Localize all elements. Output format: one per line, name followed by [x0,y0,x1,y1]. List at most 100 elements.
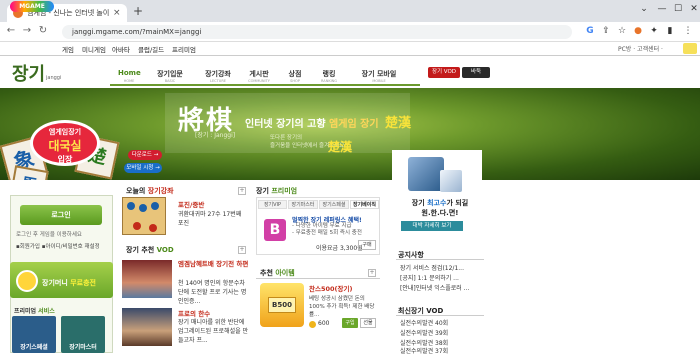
share-icon[interactable]: ⇪ [600,25,612,37]
card-special-label: 장기스페셜 [20,344,48,351]
mgame-logo[interactable]: MGAME [10,1,54,12]
vod-list-item[interactable]: 실전수의발견 37회 [400,346,448,355]
notification-badge[interactable] [683,43,697,54]
notice-item[interactable]: [안내]인터넷 익스플로러 ... [400,283,469,292]
coin-icon [309,321,316,328]
notice-item[interactable]: [공지] 1:1 문의하기 ... [400,273,459,282]
minimize-icon[interactable]: — [655,2,669,16]
extension-icon[interactable]: ● [632,25,644,37]
tab-master[interactable]: 장기마스터 [288,200,318,209]
today-lecture-title: 오늘의 장기강좌 [126,186,174,196]
baduk-button[interactable]: 바둑 [462,67,490,78]
janggi-logo[interactable]: 장기 [12,60,45,86]
puzzle-icon[interactable]: ✦ [648,25,660,37]
url-input[interactable]: janggi.mgame.com/?mainMX=janggi [62,25,572,39]
gnb-item-premium[interactable]: 프리미엄 [172,44,196,54]
prem-highlight: 서비스 [38,308,55,315]
menu-ranking[interactable]: 랭킹 [318,69,340,79]
vod-thumbnail-2[interactable] [122,308,172,346]
vod2-title[interactable]: 프로의 한수 [178,308,210,318]
tab-close-icon[interactable]: × [113,8,121,18]
vod1-title[interactable]: 엠겜남혜트배 장기전 하편 [178,260,250,269]
janggi-logo-sub: janggi [46,75,62,81]
bookmark-star-icon[interactable]: ☆ [616,25,628,37]
menu-board[interactable]: 게시판 [244,69,274,79]
maximize-icon[interactable]: ☐ [671,2,685,16]
item-buy-button[interactable]: 구매 [358,240,376,250]
chance500-label: B500 [268,297,296,313]
download-button[interactable]: 다운로드 → [128,150,162,160]
gnb-right-links[interactable]: PC방 · 고객센터 · [618,44,663,53]
today-highlight: 장기강좌 [147,187,174,195]
tab-vip[interactable]: 장기VIP [258,200,287,209]
notice-item[interactable]: 장기 서비스 점검(12/1... [400,263,464,272]
vod2-body[interactable]: 장기 매니아를 위한 반단에 업그레이드된 프로해설을 만들고자 프... [178,318,250,345]
premium-card-master[interactable]: 장기마스터 [61,316,105,353]
board-piece [139,204,147,212]
premium-title: 장기 프리미엄 [256,186,297,196]
master-ad-text: 장기 최고수가 되길 원.한.다.면! [398,198,482,218]
ad-line1: 장기 최고수가 되길 [398,198,482,208]
coin-icon [16,270,38,292]
hero-title-highlight: 엠게임 장기 [329,119,379,130]
vod-thumbnail-1[interactable] [122,260,172,298]
login-button[interactable]: 로그인 [20,205,102,225]
menu-home-sub: HOME [123,79,135,83]
mobile-watch-button[interactable]: 모바일 시청 → [124,163,162,173]
gnb-item-club[interactable]: 클럽/길드 [138,44,164,54]
rec-divider [256,278,380,279]
forward-icon[interactable]: → [20,25,34,36]
vod-list-item[interactable]: 실전수의발견 40회 [400,318,448,327]
rec-gift-button[interactable]: 선물 [360,318,376,328]
ad-pre: 장기 [411,199,428,207]
today-more-button[interactable]: + [238,187,246,195]
menu-home[interactable]: Home [118,69,141,77]
premium-card-special[interactable]: 장기스페셜 [12,316,56,353]
tab-special[interactable]: 장기스페셜 [319,200,349,209]
item-title-pre: 장기 [256,187,272,195]
reload-icon[interactable]: ↻ [36,25,50,36]
lecture-post-body[interactable]: 귀환대귀마 27수 17번째 포진 [178,210,248,228]
ad-line2: 원.한.다.면! [421,209,459,217]
board-piece [127,202,135,210]
menu-basic[interactable]: 장기입문 [150,69,190,79]
item-desc-1: - 다양한 아이템 무료 지급 [292,223,352,229]
new-tab-button[interactable]: + [133,4,143,18]
menu-basic-sub: BASIC [164,79,176,83]
sidebar-icon[interactable]: ▮ [664,25,676,37]
enter-game-room-badge[interactable]: 엠게임장기 대국실 입장 [30,120,100,166]
chance500-item-image[interactable]: B500 [260,283,304,327]
badge-line2: 대국실 [48,139,82,153]
ad-highlight: 최고수 [427,199,447,207]
janggi-board-thumbnail[interactable] [122,197,166,235]
ad-post: 가 되길 [446,199,469,207]
tab-search-icon[interactable]: ⌄ [637,2,651,16]
menu-shop[interactable]: 상점 [284,69,306,79]
vod1-body[interactable]: 천 140여 명인의 항문수차 단에 도전할 프로 기사는 명인인증... [178,279,250,306]
recommended-vod-title: 장기 추천 VOD [126,245,174,255]
back-icon[interactable]: ← [4,25,18,36]
menu-mobile[interactable]: 장기 모바일 [354,69,404,79]
free-charge-text[interactable]: 장기머니 무료충전 [42,278,96,288]
rec-more-button[interactable]: + [368,269,376,277]
vod-list-item[interactable]: 실전수의발견 39회 [400,328,448,337]
ad-detail-button[interactable]: 대박 자세히 보기 [401,221,463,231]
badge-line1: 엠게임장기 [48,128,82,136]
tab-basic[interactable]: 장기베이직 [350,200,379,209]
account-links[interactable]: ▪회원가입 ▪아이디/비밀번호 재설정 [16,242,100,250]
vod-more-button[interactable]: + [238,246,246,254]
window-close-icon[interactable]: ✕ [687,2,700,16]
janggi-vod-button[interactable]: 장기 VOD [428,67,460,78]
google-icon[interactable]: G [584,25,596,37]
rec-item-desc: 베팅 성공시 삼켰던 돈의 100% 추가 획득! 제한 배당률... [309,296,375,318]
board-piece [151,202,159,210]
rec-item-name[interactable]: 찬스500(장기) [309,283,352,293]
gnb-item-avatar[interactable]: 아바타 [112,44,130,54]
menu-icon[interactable]: ⋮ [682,25,694,37]
gnb-item-minigame[interactable]: 미니게임 [82,44,106,54]
lecture-post-title[interactable]: 포진/중반 [178,199,204,209]
notice-divider [396,259,484,260]
rec-buy-button[interactable]: 구입 [342,318,358,328]
gnb-item-game[interactable]: 게임 [62,44,74,54]
menu-lecture[interactable]: 장기강좌 [198,69,238,79]
